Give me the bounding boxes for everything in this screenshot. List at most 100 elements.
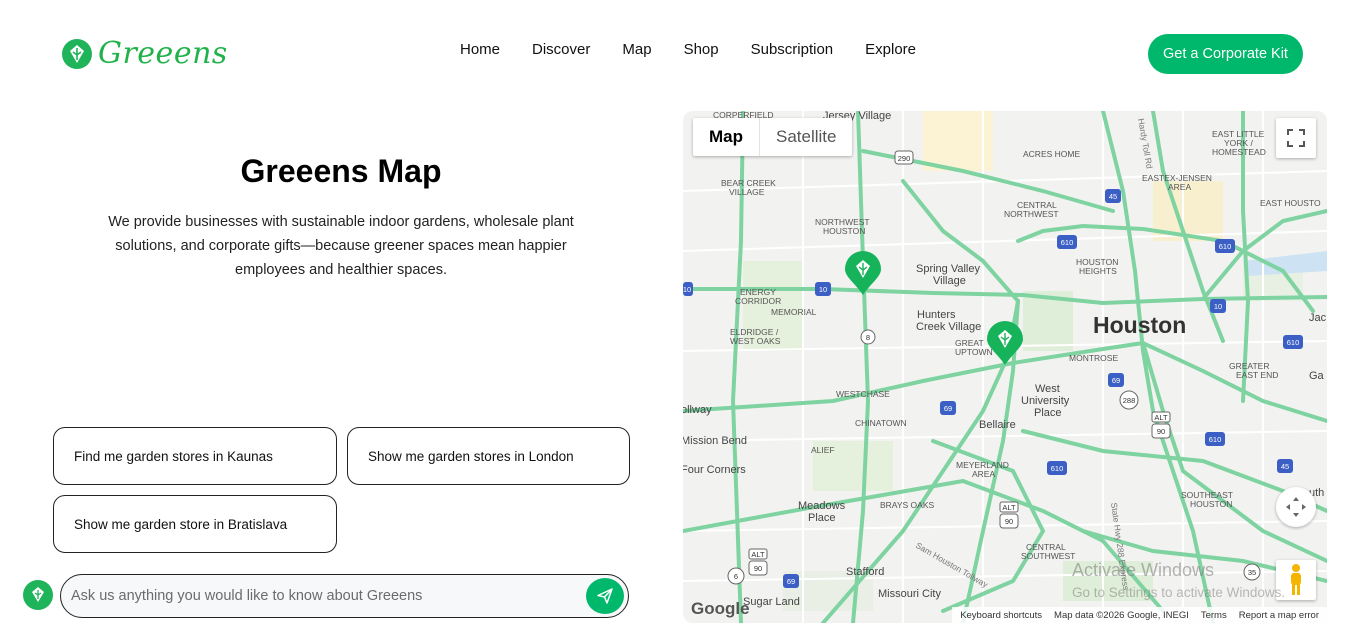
svg-text:610: 610 [1287, 338, 1300, 347]
send-icon [597, 588, 613, 604]
svg-text:Houston: Houston [1093, 312, 1186, 338]
svg-text:69: 69 [787, 577, 795, 586]
map-type-toggle: Map Satellite [693, 118, 853, 156]
map-widget[interactable]: CORPERFIELD Jersey Village BEAR CREEK VIL… [683, 111, 1327, 623]
nav-explore[interactable]: Explore [865, 41, 916, 58]
svg-text:VILLAGE: VILLAGE [729, 187, 765, 197]
nav-discover[interactable]: Discover [532, 41, 590, 58]
move-arrows-icon [1286, 497, 1306, 517]
report-error-link[interactable]: Report a map error [1239, 610, 1319, 621]
svg-text:ACRES HOME: ACRES HOME [1023, 149, 1080, 159]
svg-text:90: 90 [1157, 427, 1165, 436]
store-marker-pin[interactable] [987, 321, 1023, 365]
svg-text:ALT: ALT [1154, 413, 1168, 422]
svg-text:BRAYS OAKS: BRAYS OAKS [880, 500, 934, 510]
svg-text:Ga: Ga [1309, 370, 1325, 382]
svg-text:University: University [1021, 395, 1070, 407]
svg-text:WESTCHASE: WESTCHASE [836, 389, 890, 399]
map-tiles[interactable]: CORPERFIELD Jersey Village BEAR CREEKVIL… [683, 111, 1327, 623]
svg-text:45: 45 [1109, 192, 1117, 201]
google-logo: Google [691, 599, 750, 618]
brand-logo[interactable]: Greeens [62, 36, 228, 71]
main-nav: Home Discover Map Shop Subscription Expl… [460, 41, 916, 58]
pegman-icon [1291, 564, 1301, 595]
nav-subscription[interactable]: Subscription [751, 41, 834, 58]
svg-text:Creek Village: Creek Village [916, 321, 981, 333]
svg-text:CHINATOWN: CHINATOWN [855, 418, 907, 428]
svg-text:CORRIDOR: CORRIDOR [735, 296, 781, 306]
windows-watermark-title: Activate Windows [1072, 560, 1215, 580]
svg-text:10: 10 [819, 285, 827, 294]
svg-text:290: 290 [898, 154, 911, 163]
map-type-map[interactable]: Map [693, 118, 760, 156]
svg-text:HOUSTON: HOUSTON [1190, 499, 1232, 509]
map-attribution: Keyboard shortcuts Map data ©2026 Google… [952, 607, 1327, 623]
store-marker-pin[interactable] [845, 251, 881, 295]
suggestion-bratislava[interactable]: Show me garden store in Bratislava [53, 495, 337, 553]
svg-text:SOUTHWEST: SOUTHWEST [1021, 551, 1075, 561]
assistant-avatar [23, 580, 53, 610]
svg-text:EAST HOUSTO: EAST HOUSTO [1260, 198, 1321, 208]
svg-text:Sugar Land: Sugar Land [743, 596, 800, 608]
svg-text:10: 10 [683, 285, 691, 294]
svg-text:610: 610 [1209, 435, 1222, 444]
corporate-kit-button[interactable]: Get a Corporate Kit [1148, 34, 1303, 74]
svg-text:WEST OAKS: WEST OAKS [730, 336, 781, 346]
page-title: Greeens Map [240, 153, 442, 189]
nav-map[interactable]: Map [622, 41, 651, 58]
svg-text:MONTROSE: MONTROSE [1069, 353, 1118, 363]
nav-home[interactable]: Home [460, 41, 500, 58]
fullscreen-button[interactable] [1276, 118, 1316, 158]
svg-text:6: 6 [734, 572, 738, 581]
svg-text:Jac: Jac [1309, 312, 1327, 324]
svg-text:90: 90 [1005, 517, 1013, 526]
page: Greeens Home Discover Map Shop Subscript… [0, 0, 1366, 641]
leaf-icon [32, 587, 44, 602]
svg-text:MEMORIAL: MEMORIAL [771, 307, 817, 317]
svg-text:35: 35 [1248, 568, 1256, 577]
svg-text:EAST END: EAST END [1236, 370, 1278, 380]
svg-text:69: 69 [944, 404, 952, 413]
suggestion-kaunas[interactable]: Find me garden stores in Kaunas [53, 427, 337, 485]
chat-input[interactable] [71, 575, 571, 616]
svg-text:90: 90 [754, 564, 762, 573]
brand-name: Greeens [98, 36, 228, 71]
svg-text:10: 10 [1214, 302, 1222, 311]
terms-link[interactable]: Terms [1201, 610, 1227, 621]
svg-text:610: 610 [1219, 242, 1232, 251]
page-description: We provide businesses with sustainable i… [108, 214, 574, 278]
svg-text:69: 69 [1112, 376, 1120, 385]
svg-text:ollway: ollway [683, 404, 712, 416]
svg-text:45: 45 [1281, 462, 1289, 471]
svg-text:Place: Place [808, 512, 836, 524]
svg-text:HOMESTEAD: HOMESTEAD [1212, 147, 1266, 157]
svg-text:Mission Bend: Mission Bend [683, 435, 747, 447]
fullscreen-icon [1287, 129, 1305, 147]
nav-shop[interactable]: Shop [684, 41, 719, 58]
svg-text:288: 288 [1123, 396, 1136, 405]
svg-text:NORTHWEST: NORTHWEST [1004, 209, 1059, 219]
map-type-satellite[interactable]: Satellite [760, 118, 852, 156]
svg-text:8: 8 [866, 333, 870, 342]
svg-text:ALT: ALT [751, 550, 765, 559]
svg-text:ALIEF: ALIEF [811, 445, 835, 455]
suggestion-london[interactable]: Show me garden stores in London [347, 427, 630, 485]
svg-text:Bellaire: Bellaire [979, 419, 1016, 431]
svg-text:Village: Village [933, 275, 966, 287]
svg-text:Spring Valley: Spring Valley [916, 263, 980, 275]
leaf-logo-icon [62, 38, 92, 69]
camera-control-button[interactable] [1276, 487, 1316, 527]
svg-text:Meadows: Meadows [798, 500, 846, 512]
chat-bar [60, 574, 629, 618]
svg-text:West: West [1035, 383, 1060, 395]
svg-text:610: 610 [1061, 238, 1074, 247]
svg-text:Stafford: Stafford [846, 566, 884, 578]
send-button[interactable] [586, 578, 624, 614]
svg-text:ALT: ALT [1002, 503, 1016, 512]
svg-text:HOUSTON: HOUSTON [823, 226, 865, 236]
svg-text:HEIGHTS: HEIGHTS [1079, 266, 1117, 276]
keyboard-shortcuts-link[interactable]: Keyboard shortcuts [960, 610, 1042, 621]
svg-text:Place: Place [1034, 407, 1062, 419]
svg-text:AREA: AREA [972, 469, 995, 479]
svg-text:Four Corners: Four Corners [683, 464, 746, 476]
